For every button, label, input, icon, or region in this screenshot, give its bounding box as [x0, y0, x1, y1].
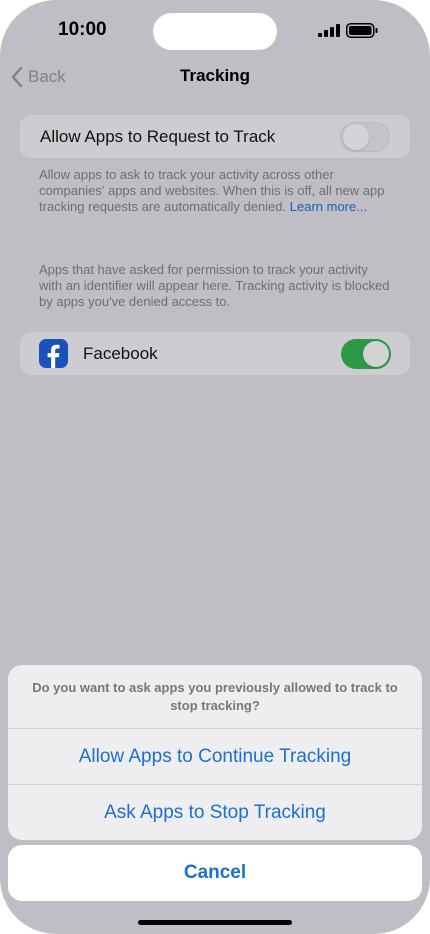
battery-icon [346, 23, 378, 38]
phone-screen: 10:00 Back Tracking Allow Apps to Reques… [0, 0, 430, 934]
allow-tracking-group: Allow Apps to Request to Track [20, 115, 410, 158]
signal-icon [318, 24, 340, 37]
status-time: 10:00 [58, 19, 107, 40]
allow-tracking-label: Allow Apps to Request to Track [40, 126, 276, 146]
toggle-knob [343, 123, 369, 150]
home-indicator[interactable] [138, 920, 292, 925]
cancel-button[interactable]: Cancel [8, 845, 422, 901]
allow-tracking-row: Allow Apps to Request to Track [20, 115, 410, 158]
ask-stop-tracking-button[interactable]: Ask Apps to Stop Tracking [8, 784, 422, 840]
facebook-icon [39, 339, 68, 368]
allow-tracking-description-block: Allow apps to ask to track your activity… [39, 167, 391, 215]
allow-continue-tracking-button[interactable]: Allow Apps to Continue Tracking [8, 728, 422, 784]
page-title: Tracking [180, 66, 250, 85]
app-row-facebook: Facebook [20, 332, 410, 375]
action-sheet-message: Do you want to ask apps you previously a… [32, 680, 398, 713]
apps-info-text: Apps that have asked for permission to t… [39, 262, 390, 309]
allow-tracking-toggle[interactable] [340, 121, 390, 152]
learn-more-link[interactable]: Learn more... [290, 199, 367, 214]
toggle-knob [363, 340, 389, 367]
action-sheet: Do you want to ask apps you previously a… [8, 665, 422, 840]
facebook-tracking-toggle[interactable] [341, 338, 391, 369]
app-name: Facebook [83, 343, 158, 363]
apps-group: Facebook [20, 332, 410, 375]
dynamic-island [153, 13, 277, 50]
